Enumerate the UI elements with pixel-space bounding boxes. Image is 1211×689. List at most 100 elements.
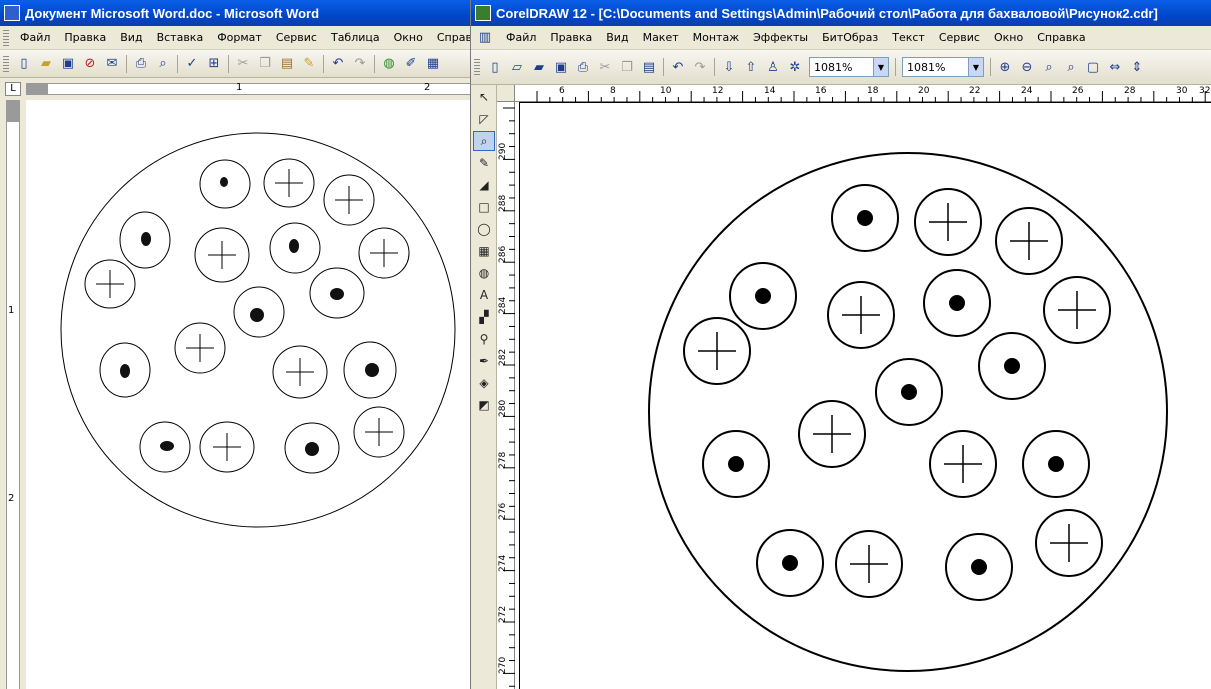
ruler-number: 30 [1176,86,1188,96]
corel-menu-help[interactable]: Справка [1030,31,1092,44]
zoom-tool-icon[interactable]: ⌕ [473,131,495,151]
corel-menu-text[interactable]: Текст [885,31,932,44]
chevron-down-icon[interactable]: ▼ [968,58,983,76]
word-horizontal-ruler[interactable]: L 1 2 [0,78,470,100]
corel-menu-view[interactable]: Вид [599,31,635,44]
toolbar-grip-icon[interactable] [3,55,9,72]
zoom-height-icon[interactable]: ⇕ [1126,56,1148,78]
paste-icon[interactable]: ▤ [638,56,660,78]
corel-drawing-canvas[interactable] [515,102,1211,689]
corel-horizontal-ruler[interactable]: 6 8 10 12 14 16 18 20 22 24 26 28 30 32 [497,85,1211,102]
corel-app-icon[interactable] [475,5,491,21]
fill-tool-icon[interactable]: ◈ [473,373,495,393]
word-menu-insert[interactable]: Вставка [150,31,211,44]
zoom-selected-icon[interactable]: ⌕ [1038,56,1060,78]
menu-grip-icon[interactable] [3,29,9,46]
tab-selector-icon[interactable]: L [5,82,21,96]
zoom-page-icon[interactable]: ▢ [1082,56,1104,78]
open-icon[interactable]: ▰ [528,56,550,78]
cut-icon[interactable]: ✂ [232,53,254,75]
interactive-blend-icon[interactable]: ▞ [473,307,495,327]
rectangle-tool-icon[interactable]: □ [473,197,495,217]
coreldraw-window: CorelDRAW 12 - [C:\Documents and Setting… [470,0,1211,689]
print-icon[interactable]: ⎙ [572,56,594,78]
word-menu-help[interactable]: Справка [430,31,470,44]
new-from-template-icon[interactable]: ▱ [506,56,528,78]
new-icon[interactable]: ▯ [484,56,506,78]
document-icon[interactable]: ▥ [471,27,499,49]
vruler-number: 270 [498,656,508,674]
corel-toolbox: ↖ ◸ ⌕ ✎ ◢ □ ◯ ▦ ◍ A ▞ ⚲ ✒ ◈ ◩ [471,85,497,689]
open-icon[interactable]: ▰ [35,53,57,75]
ellipse-tool-icon[interactable]: ◯ [473,219,495,239]
smart-fill-icon[interactable]: ◢ [473,175,495,195]
word-menu-file[interactable]: Файл [13,31,57,44]
redo-icon[interactable]: ↷ [689,56,711,78]
zoom-level-combo[interactable]: 1081% ▼ [809,57,889,77]
ruler-ticks [536,91,1206,102]
hyperlink-icon[interactable]: ◍ [378,53,400,75]
redo-icon[interactable]: ↷ [349,53,371,75]
cut-icon[interactable]: ✂ [594,56,616,78]
word-document-page[interactable] [26,100,470,689]
zoom-levels-combo[interactable]: 1081% ▼ [902,57,984,77]
zoom-in-icon[interactable]: ⊕ [994,56,1016,78]
corel-menu-effects[interactable]: Эффекты [746,31,815,44]
word-menu-window[interactable]: Окно [387,31,430,44]
interactive-fill-icon[interactable]: ◩ [473,395,495,415]
spelling-icon[interactable]: ✓ [181,53,203,75]
import-icon[interactable]: ⇩ [718,56,740,78]
corel-menu-layout[interactable]: Макет [636,31,686,44]
copy-icon[interactable]: ❐ [254,53,276,75]
tables-borders-icon[interactable]: ✐ [400,53,422,75]
basic-shapes-icon[interactable]: ◍ [473,263,495,283]
plus-marks [96,169,398,461]
permission-icon[interactable]: ⊘ [79,53,101,75]
corel-menu-bitmaps[interactable]: БитОбраз [815,31,885,44]
zoom-width-icon[interactable]: ⇔ [1104,56,1126,78]
toolbar-grip-icon[interactable] [474,59,480,75]
corel-vertical-ruler[interactable]: 290 288 286 284 282 280 278 276 274 272 … [497,102,515,689]
freehand-tool-icon[interactable]: ✎ [473,153,495,173]
save-icon[interactable]: ▣ [57,53,79,75]
word-title-bar[interactable]: Документ Microsoft Word.doc - Microsoft … [0,0,470,26]
print-preview-icon[interactable]: ⌕ [152,53,174,75]
save-icon[interactable]: ▣ [550,56,572,78]
eyedropper-icon[interactable]: ⚲ [473,329,495,349]
undo-icon[interactable]: ↶ [667,56,689,78]
paste-icon[interactable]: ▤ [276,53,298,75]
word-menu-edit[interactable]: Правка [57,31,113,44]
launcher-icon[interactable]: ♙ [762,56,784,78]
new-doc-icon[interactable]: ▯ [13,53,35,75]
word-menu-format[interactable]: Формат [210,31,269,44]
shape-tool-icon[interactable]: ◸ [473,109,495,129]
corel-menu-edit[interactable]: Правка [543,31,599,44]
ruler-origin-box[interactable] [497,85,515,102]
zoom-all-objects-icon[interactable]: ⌕ [1060,56,1082,78]
corel-title-bar[interactable]: CorelDRAW 12 - [C:\Documents and Setting… [471,0,1211,26]
word-vertical-ruler[interactable]: 1 2 [0,100,26,689]
format-painter-icon[interactable]: ✎ [298,53,320,75]
corel-menu-arrange[interactable]: Монтаж [686,31,746,44]
word-app-icon[interactable] [4,5,20,21]
research-icon[interactable]: ⊞ [203,53,225,75]
outline-pen-icon[interactable]: ✒ [473,351,495,371]
corel-menu-file[interactable]: Файл [499,31,543,44]
graph-paper-icon[interactable]: ▦ [473,241,495,261]
copy-icon[interactable]: ❐ [616,56,638,78]
undo-icon[interactable]: ↶ [327,53,349,75]
zoom-out-icon[interactable]: ⊖ [1016,56,1038,78]
word-menu-table[interactable]: Таблица [324,31,387,44]
export-icon[interactable]: ⇧ [740,56,762,78]
print-icon[interactable]: ⎙ [130,53,152,75]
word-menu-tools[interactable]: Сервис [269,31,324,44]
corel-menu-tools[interactable]: Сервис [932,31,987,44]
corel-menu-window[interactable]: Окно [987,31,1030,44]
insert-table-icon[interactable]: ▦ [422,53,444,75]
welcome-icon[interactable]: ✲ [784,56,806,78]
word-menu-view[interactable]: Вид [113,31,149,44]
pick-tool-icon[interactable]: ↖ [473,87,495,107]
chevron-down-icon[interactable]: ▼ [873,58,888,76]
text-tool-icon[interactable]: A [473,285,495,305]
email-icon[interactable]: ✉ [101,53,123,75]
